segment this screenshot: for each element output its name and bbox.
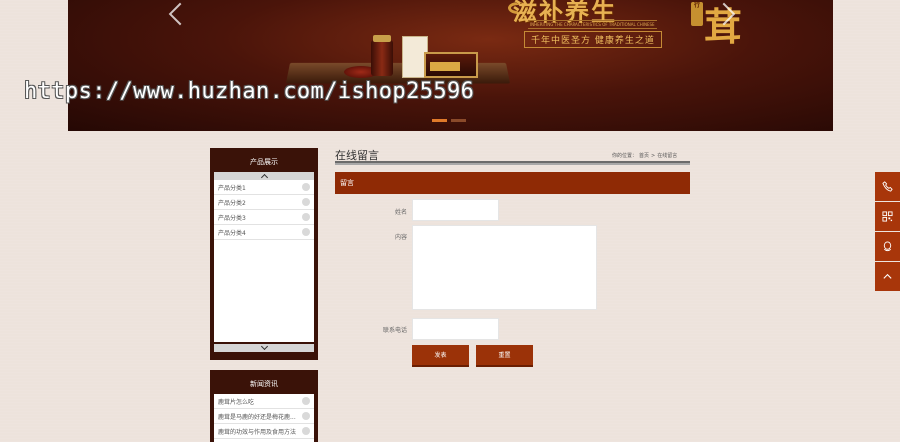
phone-field[interactable]	[412, 318, 499, 340]
list-item-label: 产品分类1	[218, 184, 246, 192]
list-item-label: 鹿茸是马鹿的好还是梅花鹿...	[218, 413, 296, 421]
bullet-icon	[302, 412, 310, 420]
list-item-label: 产品分类2	[218, 199, 246, 207]
list-item-label: 产品分类3	[218, 214, 246, 222]
phone-button[interactable]	[875, 172, 900, 201]
qq-icon	[883, 241, 892, 252]
list-item-label: 产品分类4	[218, 229, 246, 237]
breadcrumb-prefix: 你的位置：	[612, 153, 638, 159]
qq-button[interactable]	[875, 232, 900, 261]
phone-label: 联系电话	[382, 327, 407, 334]
list-item-label: 鹿茸的功效与作用及食用方法	[218, 428, 297, 436]
news-list: 鹿茸片怎么吃 鹿茸是马鹿的好还是梅花鹿... 鹿茸的功效与作用及食用方法	[214, 394, 314, 442]
back-to-top-button[interactable]	[875, 262, 900, 291]
bullet-icon	[302, 228, 310, 236]
section-header: 留言	[335, 172, 690, 194]
list-item[interactable]: 鹿茸是马鹿的好还是梅花鹿...	[214, 409, 314, 424]
scroll-up-button[interactable]	[214, 172, 314, 182]
list-item[interactable]: 产品分类1	[214, 180, 314, 195]
content-label: 内容	[394, 234, 407, 241]
bullet-icon	[302, 397, 310, 405]
banner-box-label	[430, 62, 460, 71]
floating-toolbar	[875, 172, 900, 292]
bullet-icon	[302, 183, 310, 191]
bullet-icon	[302, 198, 310, 206]
banner-dot-1[interactable]	[432, 119, 447, 122]
banner-tagline-en: INHERITING THE CHARACTERISTICS OF TRADIT…	[528, 20, 657, 29]
banner-prev-arrow-icon[interactable]	[168, 2, 192, 26]
reset-button[interactable]: 重置	[476, 345, 533, 367]
list-item[interactable]: 鹿茸的功效与作用及食用方法	[214, 424, 314, 439]
name-field[interactable]	[412, 199, 499, 221]
bullet-icon	[302, 427, 310, 435]
back-to-top-icon	[883, 273, 892, 279]
breadcrumb-home[interactable]: 首页	[639, 153, 649, 159]
list-item-label: 鹿茸片怎么吃	[218, 398, 255, 406]
product-category-list: 产品分类1 产品分类2 产品分类3 产品分类4	[214, 180, 314, 342]
breadcrumb: 你的位置： 首页 > 在线留言	[612, 152, 679, 159]
list-item[interactable]: 产品分类4	[214, 225, 314, 240]
chevron-down-icon	[260, 342, 268, 351]
content-textarea[interactable]	[412, 225, 597, 310]
list-item[interactable]: 产品分类2	[214, 195, 314, 210]
sidebar-products-title: 产品展示	[250, 158, 278, 166]
breadcrumb-separator: >	[651, 153, 656, 159]
submit-button[interactable]: 发表	[412, 345, 469, 367]
banner-dot-2[interactable]	[451, 119, 466, 122]
banner-jar-image	[371, 35, 393, 76]
banner-slogan: 千年中医圣方 健康养生之道	[524, 31, 662, 48]
sidebar-products: 产品展示 产品分类1 产品分类2 产品分类3 产品分类4	[210, 148, 318, 360]
qrcode-button[interactable]	[875, 202, 900, 231]
banner-seal: 行	[691, 2, 703, 26]
list-item[interactable]: 产品分类3	[214, 210, 314, 225]
bullet-icon	[302, 213, 310, 221]
sidebar-news: 新闻资讯 鹿茸片怎么吃 鹿茸是马鹿的好还是梅花鹿... 鹿茸的功效与作用及食用方…	[210, 370, 318, 442]
hero-banner[interactable]: 滋补养生 INHERITING THE CHARACTERISTICS OF T…	[68, 0, 833, 131]
sidebar-news-title: 新闻资讯	[250, 380, 278, 388]
qrcode-icon	[882, 211, 893, 222]
list-item[interactable]: 鹿茸片怎么吃	[214, 394, 314, 409]
scroll-down-button[interactable]	[214, 342, 314, 352]
phone-icon	[882, 181, 893, 192]
breadcrumb-current[interactable]: 在线留言	[657, 153, 677, 159]
banner-pagination	[432, 119, 466, 122]
watermark-text: https://www.huzhan.com/ishop25596	[24, 79, 475, 104]
name-label: 姓名	[394, 209, 407, 216]
title-divider	[335, 161, 690, 165]
